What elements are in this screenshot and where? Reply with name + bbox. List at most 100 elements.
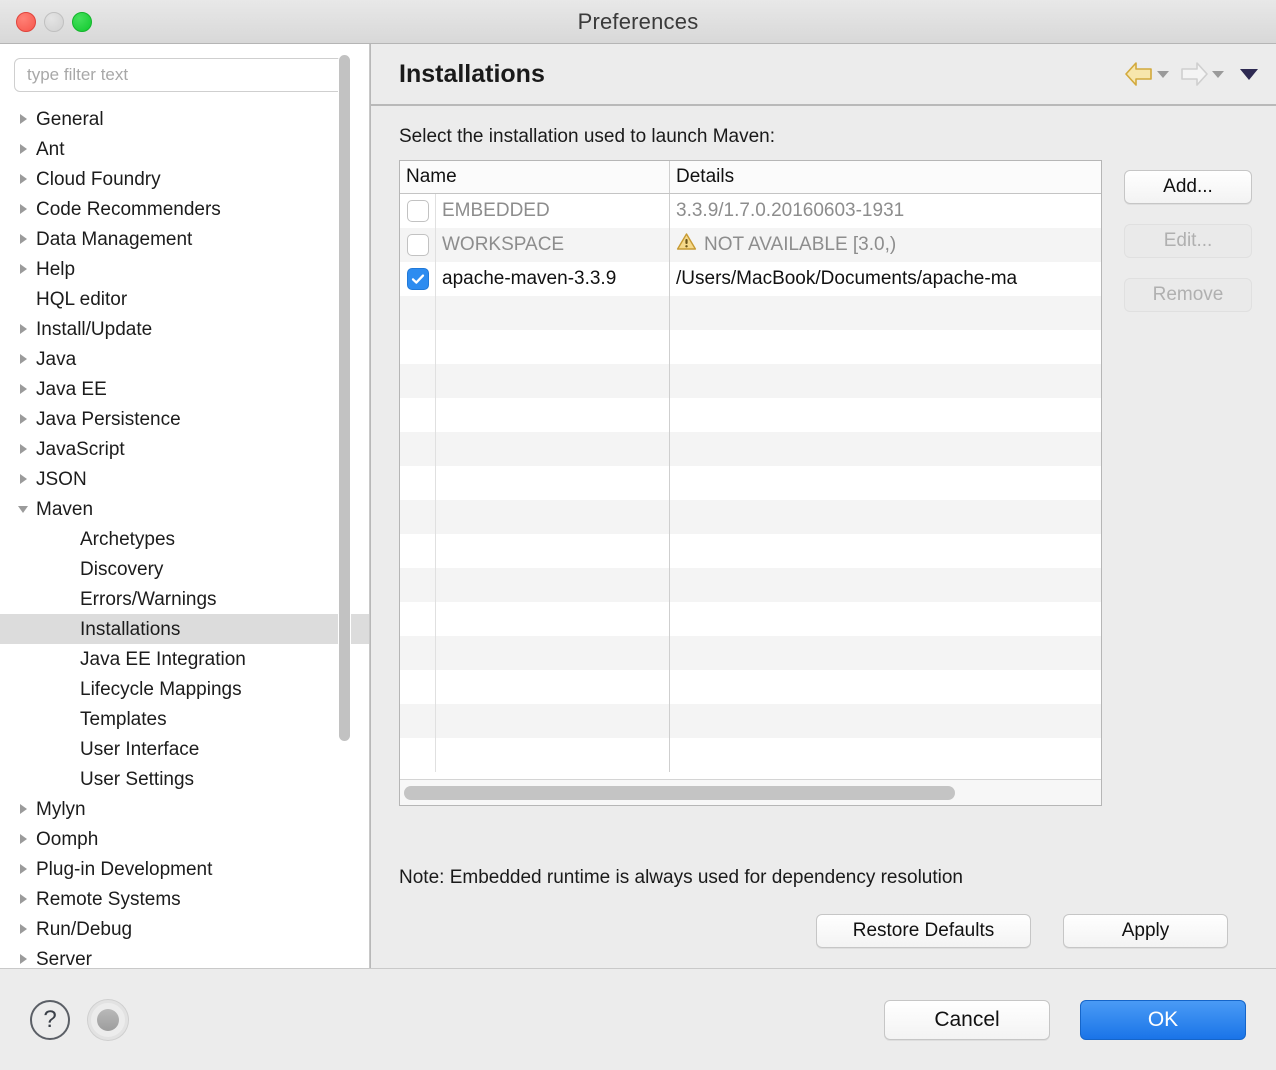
table-empty-row[interactable] xyxy=(400,602,1101,636)
sidebar-item-oomph[interactable]: Oomph xyxy=(0,824,369,854)
chevron-down-icon[interactable] xyxy=(1240,68,1258,80)
column-header-details[interactable]: Details xyxy=(670,161,1101,193)
chevron-right-icon[interactable] xyxy=(14,172,32,186)
apply-button[interactable]: Apply xyxy=(1063,914,1228,948)
chevron-right-icon[interactable] xyxy=(14,142,32,156)
sidebar-item-installations[interactable]: Installations xyxy=(0,614,369,644)
table-empty-row[interactable] xyxy=(400,670,1101,704)
row-checkbox-cell[interactable] xyxy=(400,194,436,228)
main-header: Installations xyxy=(371,44,1276,106)
sidebar-item-json[interactable]: JSON xyxy=(0,464,369,494)
sidebar-item-javascript[interactable]: JavaScript xyxy=(0,434,369,464)
table-horizontal-scrollbar[interactable] xyxy=(400,779,1101,805)
table-row[interactable]: apache-maven-3.3.9/Users/MacBook/Documen… xyxy=(400,262,1101,296)
sidebar-item-remote-systems[interactable]: Remote Systems xyxy=(0,884,369,914)
window-controls xyxy=(16,11,92,32)
table-body[interactable]: EMBEDDED 3.3.9/1.7.0.20160603-1931 WORKSPA… xyxy=(400,194,1101,779)
sidebar-scrollbar-thumb[interactable] xyxy=(338,54,351,742)
sidebar-item-plug-in-development[interactable]: Plug-in Development xyxy=(0,854,369,884)
sidebar-item-cloud-foundry[interactable]: Cloud Foundry xyxy=(0,164,369,194)
chevron-right-icon[interactable] xyxy=(14,832,32,846)
chevron-right-icon[interactable] xyxy=(14,382,32,396)
table-empty-row[interactable] xyxy=(400,636,1101,670)
chevron-right-icon[interactable] xyxy=(14,922,32,936)
chevron-right-icon[interactable] xyxy=(14,322,32,336)
table-empty-row[interactable] xyxy=(400,704,1101,738)
chevron-right-icon[interactable] xyxy=(14,892,32,906)
table-empty-row[interactable] xyxy=(400,466,1101,500)
back-button[interactable] xyxy=(1120,59,1173,89)
table-empty-row[interactable] xyxy=(400,296,1101,330)
back-dropdown-caret-icon[interactable] xyxy=(1157,70,1169,78)
chevron-right-icon[interactable] xyxy=(14,952,32,966)
sidebar-item-templates[interactable]: Templates xyxy=(0,704,369,734)
help-question-icon[interactable]: ? xyxy=(30,999,70,1040)
chevron-right-icon[interactable] xyxy=(14,442,32,456)
search-input[interactable] xyxy=(14,58,346,92)
sidebar-item-help[interactable]: Help xyxy=(0,254,369,284)
chevron-right-icon[interactable] xyxy=(14,352,32,366)
chevron-right-icon[interactable] xyxy=(14,412,32,426)
sidebar-item-maven[interactable]: Maven xyxy=(0,494,369,524)
sidebar-scrollbar[interactable] xyxy=(338,54,351,962)
empty-checkbox-cell xyxy=(400,296,436,330)
sidebar-item-user-settings[interactable]: User Settings xyxy=(0,764,369,794)
table-empty-row[interactable] xyxy=(400,330,1101,364)
chevron-right-icon[interactable] xyxy=(14,862,32,876)
chevron-right-icon[interactable] xyxy=(14,232,32,246)
preferences-tree[interactable]: General Ant Cloud Foundry Code Recommenders… xyxy=(0,102,369,968)
sidebar-item-hql-editor[interactable]: HQL editor xyxy=(0,284,369,314)
close-button[interactable] xyxy=(16,11,36,32)
table-empty-row[interactable] xyxy=(400,364,1101,398)
restore-defaults-button[interactable]: Restore Defaults xyxy=(816,914,1031,948)
table-row[interactable]: WORKSPACE NOT AVAILABLE [3.0,) xyxy=(400,228,1101,262)
sidebar-item-java-ee-integration[interactable]: Java EE Integration xyxy=(0,644,369,674)
table-horizontal-scrollbar-thumb[interactable] xyxy=(404,785,955,800)
empty-checkbox-cell xyxy=(400,466,436,500)
sidebar-item-ant[interactable]: Ant xyxy=(0,134,369,164)
sidebar-item-java[interactable]: Java xyxy=(0,344,369,374)
column-header-name[interactable]: Name xyxy=(400,161,670,193)
table-empty-row[interactable] xyxy=(400,534,1101,568)
chevron-right-icon[interactable] xyxy=(14,262,32,276)
sidebar-item-code-recommenders[interactable]: Code Recommenders xyxy=(0,194,369,224)
sidebar-item-java-ee[interactable]: Java EE xyxy=(0,374,369,404)
sidebar-item-general[interactable]: General xyxy=(0,104,369,134)
table-empty-row[interactable] xyxy=(400,568,1101,602)
sidebar-item-lifecycle-mappings[interactable]: Lifecycle Mappings xyxy=(0,674,369,704)
sidebar-item-install-update[interactable]: Install/Update xyxy=(0,314,369,344)
table-empty-row[interactable] xyxy=(400,432,1101,466)
table-row[interactable]: EMBEDDED 3.3.9/1.7.0.20160603-1931 xyxy=(400,194,1101,228)
forward-dropdown-caret-icon[interactable] xyxy=(1212,70,1224,78)
chevron-down-icon[interactable] xyxy=(14,502,32,516)
minimize-button[interactable] xyxy=(44,11,64,32)
chevron-right-icon[interactable] xyxy=(14,202,32,216)
sidebar-item-run-debug[interactable]: Run/Debug xyxy=(0,914,369,944)
sidebar-item-data-management[interactable]: Data Management xyxy=(0,224,369,254)
sidebar-item-discovery[interactable]: Discovery xyxy=(0,554,369,584)
chevron-right-icon[interactable] xyxy=(14,112,32,126)
chevron-right-icon[interactable] xyxy=(14,472,32,486)
sidebar-item-server[interactable]: Server xyxy=(0,944,369,968)
sidebar-item-archetypes[interactable]: Archetypes xyxy=(0,524,369,554)
ok-button[interactable]: OK xyxy=(1080,999,1246,1040)
add-button[interactable]: Add... xyxy=(1124,170,1252,204)
cancel-button[interactable]: Cancel xyxy=(884,999,1050,1040)
edit-button: Edit... xyxy=(1124,224,1252,258)
sidebar-item-java-persistence[interactable]: Java Persistence xyxy=(0,404,369,434)
table-empty-row[interactable] xyxy=(400,500,1101,534)
table-empty-row[interactable] xyxy=(400,738,1101,772)
chevron-right-icon[interactable] xyxy=(14,802,32,816)
checkbox-unchecked-icon[interactable] xyxy=(406,234,429,256)
row-checkbox-cell[interactable] xyxy=(400,262,436,296)
checkbox-checked-icon[interactable] xyxy=(406,268,429,290)
forward-button[interactable] xyxy=(1175,59,1228,89)
sidebar-item-user-interface[interactable]: User Interface xyxy=(0,734,369,764)
zoom-button[interactable] xyxy=(72,11,92,32)
table-empty-row[interactable] xyxy=(400,398,1101,432)
record-circle-icon[interactable] xyxy=(88,999,128,1040)
checkbox-unchecked-icon[interactable] xyxy=(406,200,429,222)
sidebar-item-errors-warnings[interactable]: Errors/Warnings xyxy=(0,584,369,614)
sidebar-item-mylyn[interactable]: Mylyn xyxy=(0,794,369,824)
row-checkbox-cell[interactable] xyxy=(400,228,436,262)
